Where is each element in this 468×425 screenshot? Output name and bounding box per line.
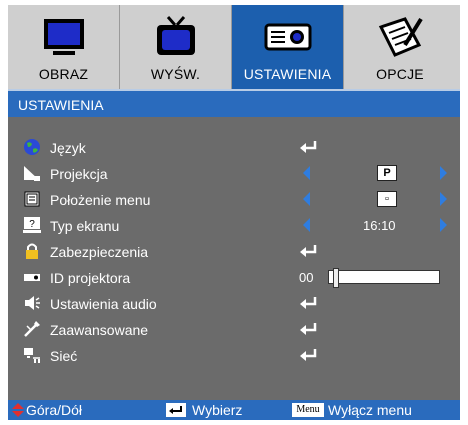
arrow-left-icon[interactable] bbox=[303, 192, 310, 206]
menu-item-label: Zaawansowane bbox=[50, 322, 149, 338]
menu-item-label: Ustawienia audio bbox=[50, 296, 157, 312]
hint-select: Wybierz bbox=[192, 402, 243, 418]
monitor-icon bbox=[44, 19, 84, 55]
osd-menu: OBRAZ WYŚW. USTAWIENIA OPCJE USTAWIENIA … bbox=[8, 5, 460, 420]
advanced-icon bbox=[24, 321, 40, 337]
footer-hint-bar: Góra/Dół Wybierz Menu Wyłącz menu bbox=[8, 400, 460, 420]
tab-obraz[interactable]: OBRAZ bbox=[8, 5, 120, 89]
menu-location-icon bbox=[24, 191, 40, 207]
svg-text:?: ? bbox=[29, 219, 35, 230]
menu-item-language[interactable]: Język bbox=[8, 136, 460, 160]
tab-label: OPCJE bbox=[376, 66, 424, 82]
projection-icon bbox=[24, 166, 40, 181]
menu-item-advanced[interactable]: Zaawansowane bbox=[8, 318, 460, 342]
arrow-right-icon[interactable] bbox=[440, 192, 447, 206]
projector-icon bbox=[264, 23, 312, 51]
menu-item-screen-type[interactable]: ? Typ ekranu 16:10 bbox=[8, 214, 460, 238]
menu-item-label: Zabezpieczenia bbox=[50, 244, 149, 260]
projection-value: P bbox=[377, 165, 397, 181]
menu-item-menu-location[interactable]: Położenie menu ▫ bbox=[8, 188, 460, 212]
projector-id-slider[interactable] bbox=[328, 268, 440, 288]
menu-item-label: Projekcja bbox=[50, 166, 108, 182]
menu-item-projection[interactable]: Projekcja P bbox=[8, 162, 460, 186]
arrow-left-icon[interactable] bbox=[303, 166, 310, 180]
tab-bar: OBRAZ WYŚW. USTAWIENIA OPCJE bbox=[8, 5, 460, 89]
menu-item-label: Język bbox=[50, 140, 86, 156]
menu-item-label: ID projektora bbox=[50, 270, 131, 286]
menu-item-label: Położenie menu bbox=[50, 192, 151, 208]
lock-icon bbox=[26, 243, 38, 259]
tab-wysw[interactable]: WYŚW. bbox=[120, 5, 232, 89]
projector-id-value: 00 bbox=[299, 270, 314, 285]
screen-type-icon: ? bbox=[23, 217, 41, 233]
arrow-right-icon[interactable] bbox=[440, 218, 447, 232]
tab-label: WYŚW. bbox=[150, 66, 201, 82]
menu-item-projector-id[interactable]: ID projektora 00 bbox=[8, 266, 460, 290]
speaker-icon bbox=[25, 296, 40, 310]
menu-title-bar: USTAWIENIA bbox=[8, 89, 460, 117]
enter-icon[interactable] bbox=[299, 348, 319, 362]
menu-item-label: Sieć bbox=[50, 348, 78, 364]
network-icon bbox=[24, 348, 40, 363]
page-title: USTAWIENIA bbox=[18, 97, 104, 113]
tab-opcje[interactable]: OPCJE bbox=[344, 5, 456, 89]
hint-navigate: Góra/Dół bbox=[26, 402, 83, 418]
tab-ustawienia[interactable]: USTAWIENIA bbox=[232, 5, 344, 89]
hint-exit: Wyłącz menu bbox=[328, 402, 412, 418]
menu-item-security[interactable]: Zabezpieczenia bbox=[8, 240, 460, 264]
globe-icon bbox=[24, 139, 40, 155]
tab-label: USTAWIENIA bbox=[243, 66, 332, 82]
screen-type-value: 16:10 bbox=[363, 218, 396, 233]
projector-id-icon bbox=[24, 274, 40, 281]
arrow-right-icon[interactable] bbox=[440, 166, 447, 180]
enter-icon[interactable] bbox=[299, 140, 319, 154]
settings-list: Język Projekcja P Położenie menu ▫ ? Typ… bbox=[8, 117, 460, 400]
menu-item-label: Typ ekranu bbox=[50, 218, 120, 234]
menu-key-icon: Menu bbox=[292, 403, 324, 417]
document-pen-icon bbox=[378, 17, 423, 57]
arrow-left-icon[interactable] bbox=[303, 218, 310, 232]
enter-icon[interactable] bbox=[299, 296, 319, 310]
menu-item-audio[interactable]: Ustawienia audio bbox=[8, 292, 460, 316]
enter-icon[interactable] bbox=[299, 244, 319, 258]
up-down-arrows-icon bbox=[12, 403, 24, 417]
menu-item-network[interactable]: Sieć bbox=[8, 344, 460, 368]
tab-label: OBRAZ bbox=[38, 66, 89, 82]
enter-key-icon bbox=[166, 403, 186, 417]
slider-handle[interactable] bbox=[333, 268, 339, 288]
tv-icon bbox=[157, 16, 195, 55]
menu-location-value: ▫ bbox=[377, 191, 397, 207]
enter-icon[interactable] bbox=[299, 322, 319, 336]
